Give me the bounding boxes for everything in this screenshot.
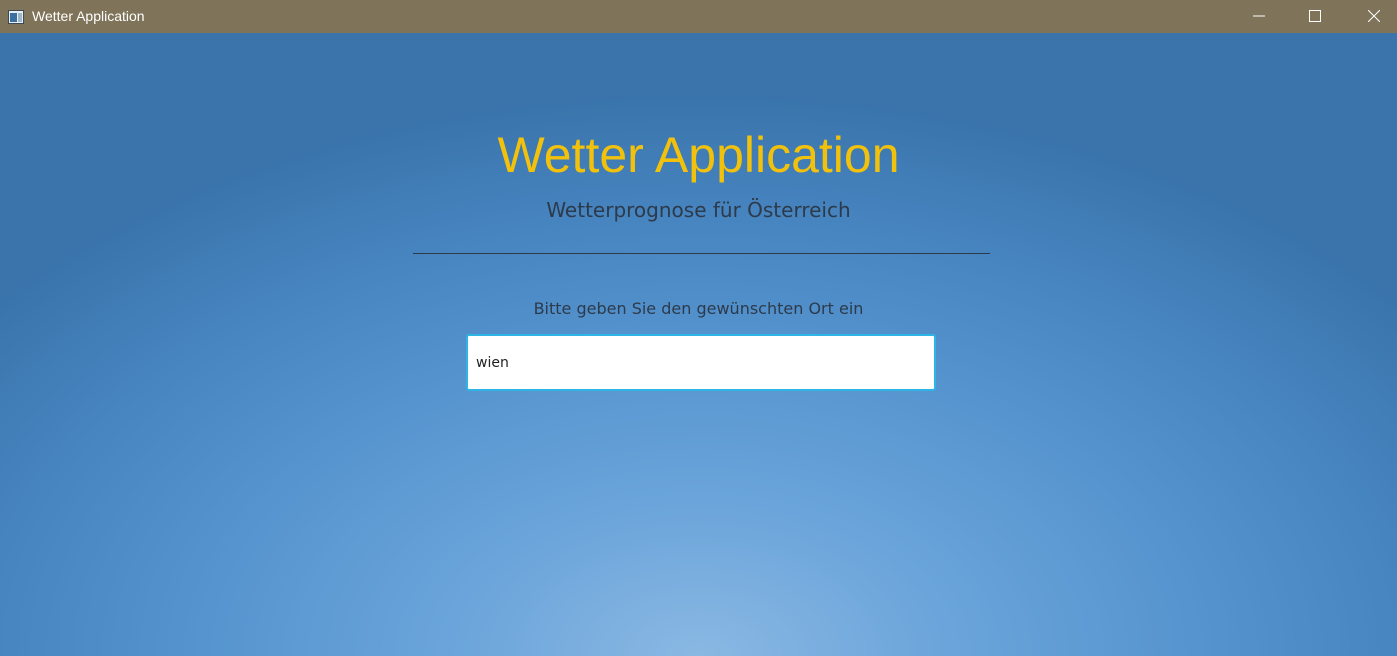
close-button[interactable] — [1351, 0, 1397, 33]
location-input-frame — [466, 334, 936, 391]
title-divider — [413, 253, 990, 254]
minimize-button[interactable] — [1236, 0, 1282, 33]
app-icon — [8, 9, 24, 24]
location-input[interactable] — [468, 336, 934, 389]
title-bar[interactable]: Wetter Application — [0, 0, 1397, 33]
main-content: Wetter Application Wetterprognose für Ös… — [0, 33, 1397, 656]
app-window: Wetter Application Wetter Application We… — [0, 0, 1397, 656]
maximize-button[interactable] — [1292, 0, 1338, 33]
minimize-icon — [1253, 7, 1265, 26]
location-prompt-label: Bitte geben Sie den gewünschten Ort ein — [533, 299, 864, 318]
window-title: Wetter Application — [32, 8, 145, 24]
app-title: Wetter Application — [497, 127, 900, 183]
close-icon — [1367, 7, 1381, 26]
maximize-icon — [1309, 7, 1321, 26]
app-subtitle: Wetterprognose für Österreich — [546, 198, 851, 222]
